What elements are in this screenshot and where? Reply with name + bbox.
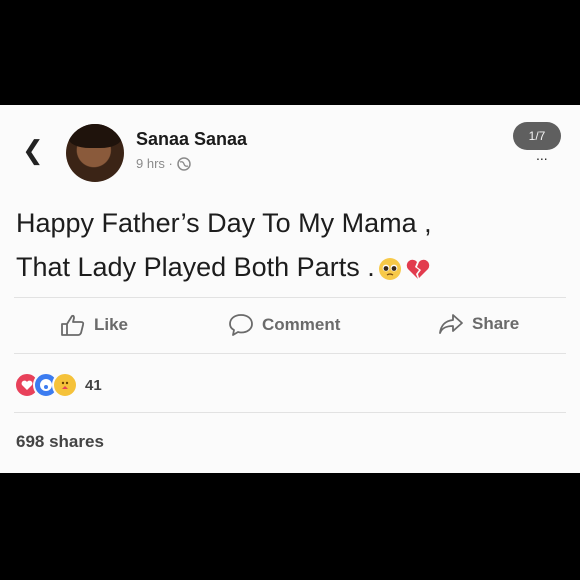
share-arrow-icon: [439, 314, 463, 334]
broken-heart-emoji: [406, 259, 429, 279]
divider-top: [14, 297, 566, 298]
post-time[interactable]: 9 hrs ·: [136, 156, 173, 171]
globe-icon: [177, 156, 191, 171]
pleading-face-emoji: [378, 257, 401, 280]
more-options-icon[interactable]: ...: [536, 148, 548, 162]
care-reaction-icon: [52, 372, 78, 398]
photo-counter-badge: 1/7: [513, 122, 561, 150]
back-arrow-icon[interactable]: ❮: [22, 137, 44, 163]
post-text-line2: That Lady Played Both Parts .: [16, 252, 375, 282]
divider-middle: [14, 353, 566, 354]
post-meta: 9 hrs ·: [136, 156, 191, 171]
post-text-line1: Happy Father’s Day To My Mama ,: [16, 208, 432, 238]
comment-label: Comment: [262, 315, 341, 334]
share-label: Share: [472, 314, 520, 333]
like-label: Like: [94, 315, 129, 334]
divider-bottom: [14, 412, 566, 413]
comment-bubble-icon: [229, 314, 253, 336]
share-button[interactable]: Share: [438, 313, 519, 335]
post-text: Happy Father’s Day To My Mama , That Lad…: [16, 201, 556, 289]
like-button[interactable]: Like: [60, 313, 128, 337]
reactions-summary[interactable]: 41: [14, 372, 102, 398]
shares-count[interactable]: 698 shares: [16, 432, 104, 452]
author-name[interactable]: Sanaa Sanaa: [136, 129, 247, 150]
comment-button[interactable]: Comment: [228, 313, 340, 337]
avatar[interactable]: [66, 124, 124, 182]
thumbs-up-icon: [61, 314, 85, 336]
reaction-count: 41: [85, 376, 102, 394]
